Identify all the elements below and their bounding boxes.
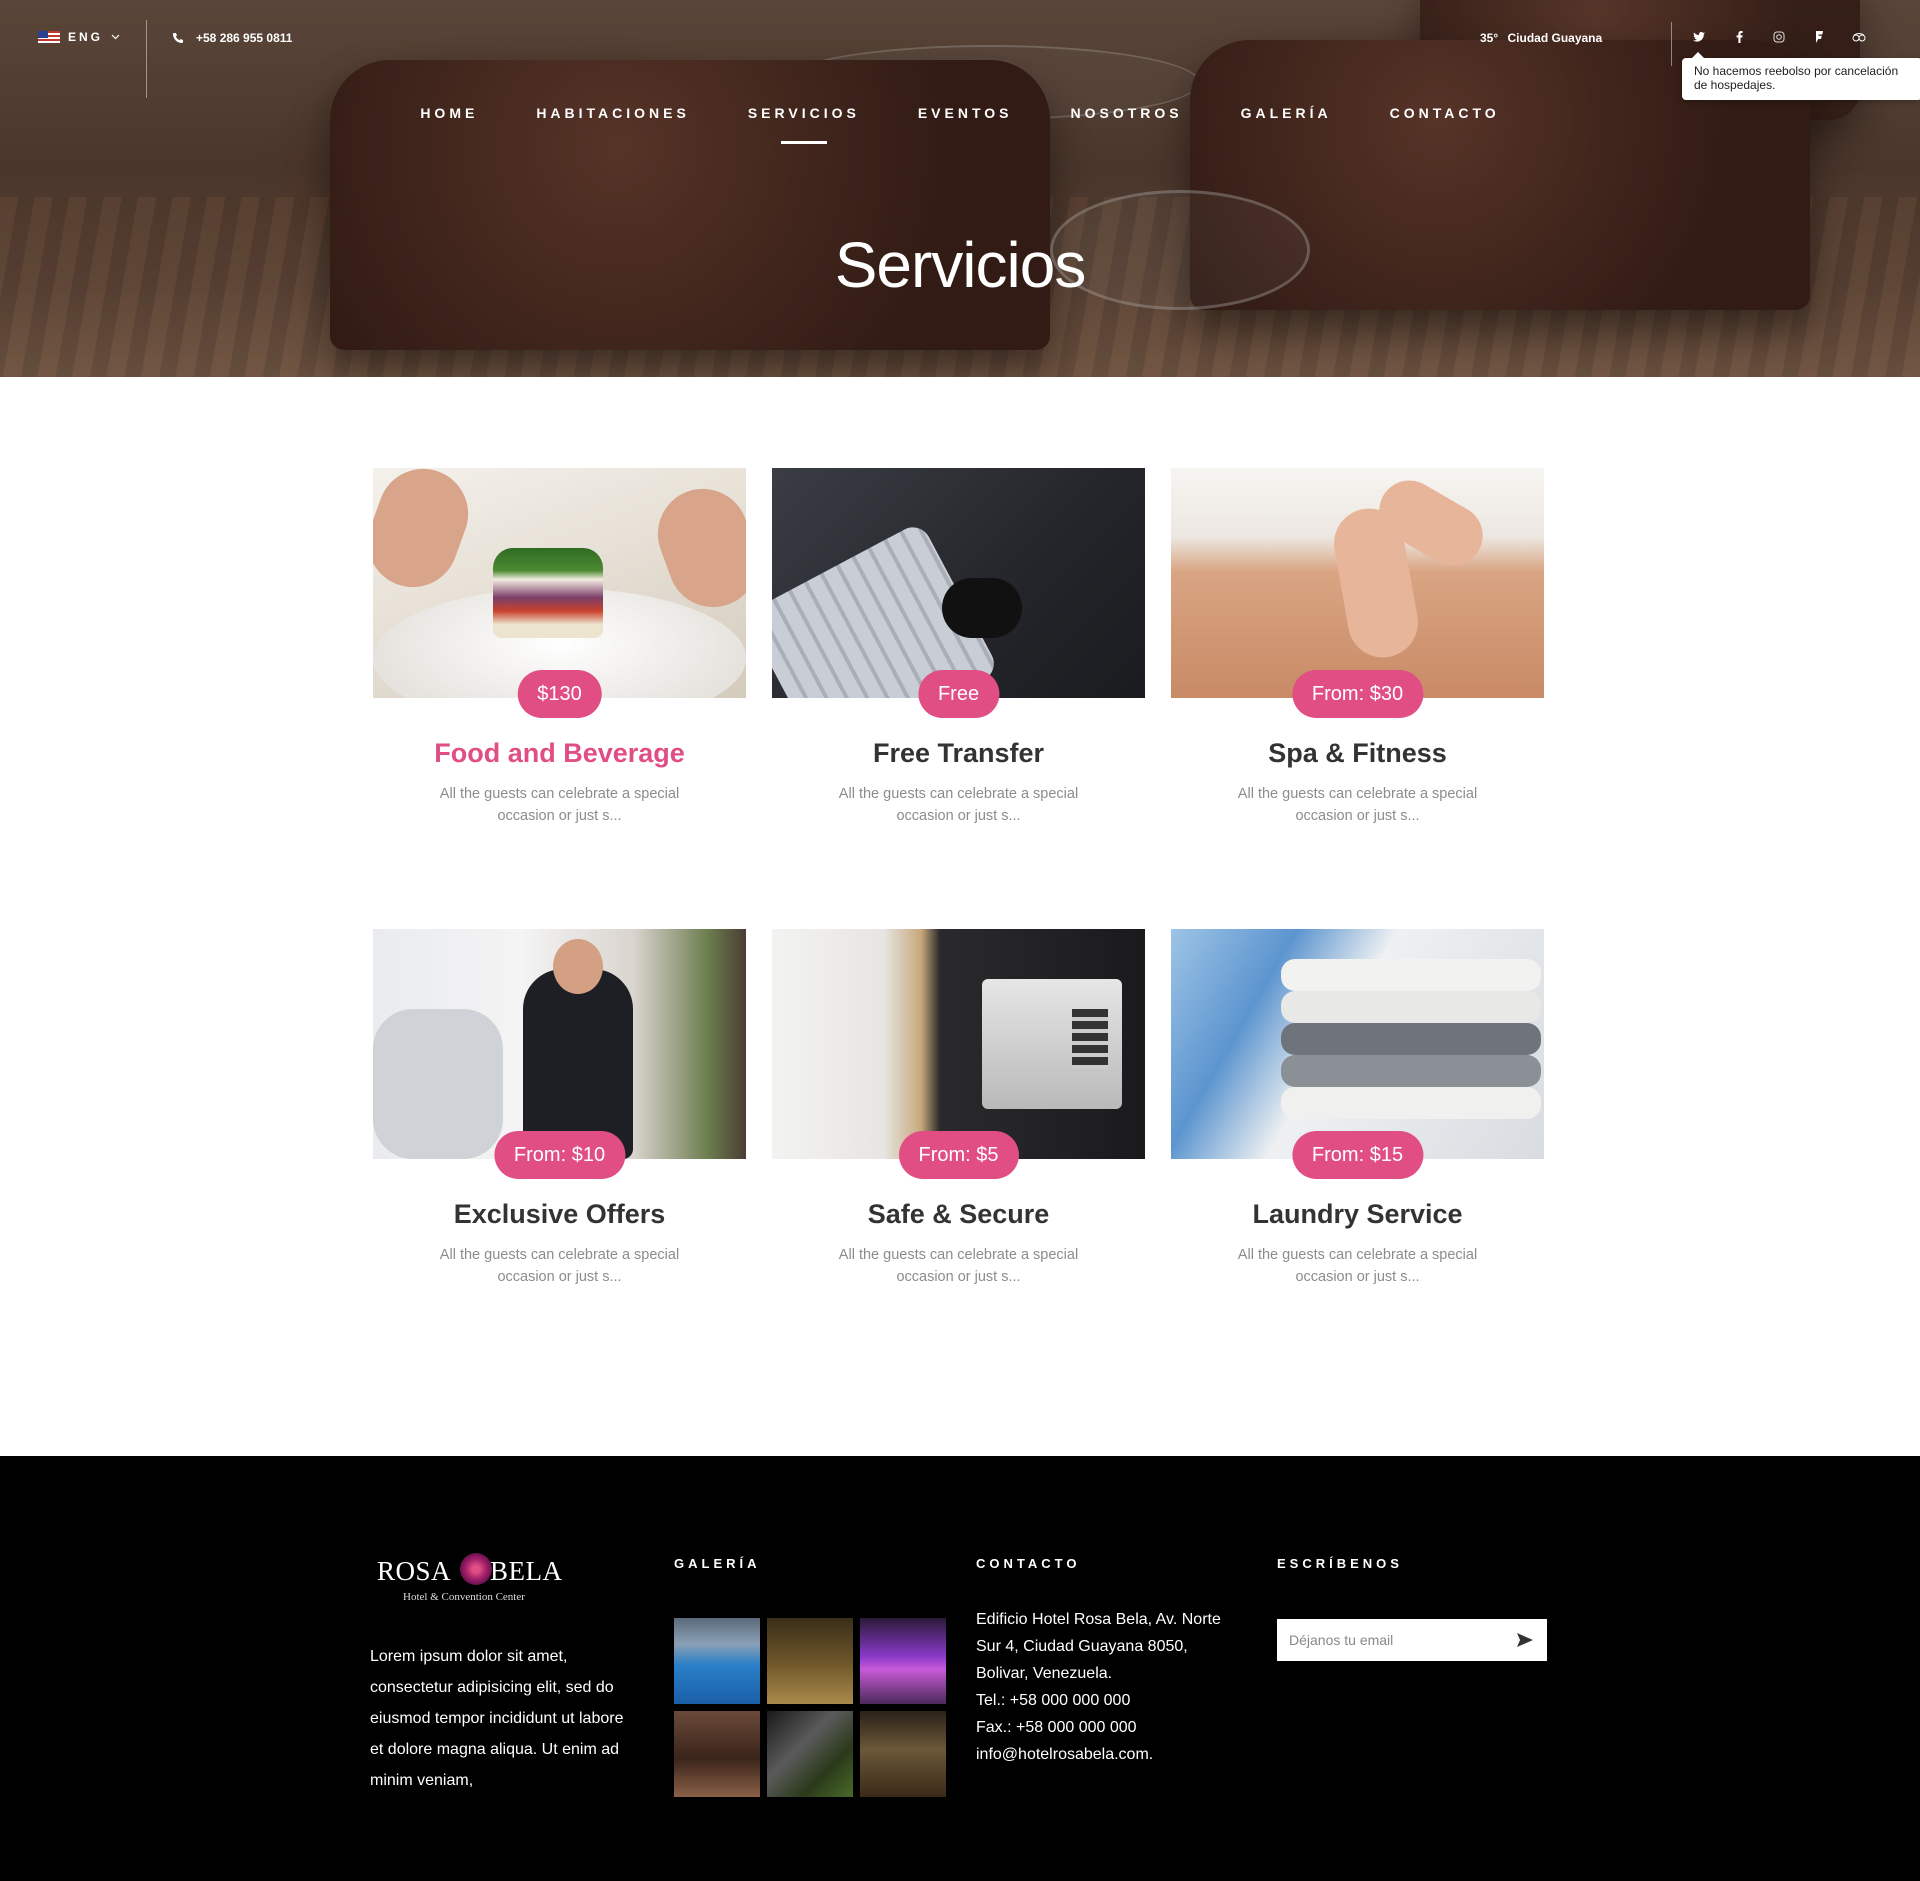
top-bar: ENG +58 286 955 0811 35° Ciudad Guayana	[0, 0, 1920, 100]
footer-contact-info: Edificio Hotel Rosa Bela, Av. Norte Sur …	[976, 1606, 1246, 1768]
service-card-safe-secure[interactable]: From: $5 Safe & Secure All the guests ca…	[772, 929, 1145, 1285]
service-description: All the guests can celebrate a special o…	[439, 1247, 680, 1285]
hero-banner: ENG +58 286 955 0811 35° Ciudad Guayana	[0, 0, 1920, 377]
gallery-thumb-lounge[interactable]	[674, 1711, 760, 1797]
refund-policy-tooltip: No hacemos reebolso por cancelación de h…	[1682, 52, 1920, 100]
foursquare-icon[interactable]	[1810, 28, 1828, 46]
price-badge: From: $30	[1291, 670, 1424, 718]
contact-line: Edificio Hotel Rosa Bela, Av. Norte	[976, 1611, 1221, 1628]
nav-item-habitaciones[interactable]: HABITACIONES	[507, 105, 719, 121]
gallery-thumb-bar[interactable]	[860, 1711, 946, 1797]
weather-widget: 35° Ciudad Guayana	[1480, 31, 1602, 45]
services-grid: $130 Food and Beverage All the guests ca…	[373, 468, 1545, 1285]
contact-phone[interactable]: Tel.: +58 000 000 000	[976, 1687, 1246, 1714]
service-description: All the guests can celebrate a special o…	[1237, 786, 1478, 824]
chevron-down-icon	[111, 34, 120, 40]
gallery-thumb-event[interactable]	[860, 1618, 946, 1704]
laundry-service-image	[1171, 929, 1544, 1159]
exclusive-offers-image	[373, 929, 746, 1159]
logo-word-left: ROSA	[377, 1556, 452, 1586]
footer-gallery	[674, 1618, 946, 1797]
footer-logo[interactable]: ROSA BELA Hotel & Convention Center	[377, 1553, 562, 1610]
service-title[interactable]: Exclusive Offers	[373, 1199, 746, 1230]
us-flag-icon	[38, 31, 60, 43]
service-title[interactable]: Free Transfer	[772, 738, 1145, 769]
logo-subtitle: Hotel & Convention Center	[403, 1591, 525, 1603]
price-badge: From: $15	[1291, 1131, 1424, 1179]
phone-contact[interactable]: +58 286 955 0811	[172, 31, 292, 45]
gallery-thumb-stairs[interactable]	[767, 1711, 853, 1797]
facebook-icon[interactable]	[1730, 28, 1748, 46]
nav-item-servicios[interactable]: SERVICIOS	[719, 105, 889, 121]
gallery-thumb-pool[interactable]	[674, 1618, 760, 1704]
divider	[146, 20, 147, 98]
language-selector[interactable]: ENG	[38, 30, 120, 44]
gallery-thumb-hall[interactable]	[767, 1618, 853, 1704]
service-title[interactable]: Spa & Fitness	[1171, 738, 1544, 769]
contact-line: Bolivar, Venezuela.	[976, 1665, 1113, 1682]
service-title[interactable]: Safe & Secure	[772, 1199, 1145, 1230]
social-links	[1690, 28, 1868, 46]
divider	[1671, 22, 1672, 66]
phone-number: +58 286 955 0811	[196, 31, 293, 45]
send-icon[interactable]	[1515, 1631, 1535, 1649]
newsletter-email-input[interactable]	[1277, 1632, 1497, 1648]
nav-item-galeria[interactable]: GALERÍA	[1212, 105, 1361, 121]
free-transfer-image	[772, 468, 1145, 698]
nav-item-eventos[interactable]: EVENTOS	[889, 105, 1042, 121]
service-description: All the guests can celebrate a special o…	[838, 786, 1079, 824]
service-description: All the guests can celebrate a special o…	[1237, 1247, 1478, 1285]
service-card-food-and-beverage[interactable]: $130 Food and Beverage All the guests ca…	[373, 468, 746, 824]
main-navigation: HOME HABITACIONES SERVICIOS EVENTOS NOSO…	[0, 105, 1920, 121]
service-card-free-transfer[interactable]: Free Free Transfer All the guests can ce…	[772, 468, 1145, 824]
contact-fax: Fax.: +58 000 000 000	[976, 1719, 1137, 1736]
price-badge: Free	[917, 670, 1000, 718]
nav-item-home[interactable]: HOME	[391, 105, 507, 121]
tripadvisor-icon[interactable]	[1850, 28, 1868, 46]
footer-contact-title: CONTACTO	[976, 1556, 1081, 1571]
nav-item-nosotros[interactable]: NOSOTROS	[1042, 105, 1212, 121]
twitter-icon[interactable]	[1690, 28, 1708, 46]
safe-secure-image	[772, 929, 1145, 1159]
site-footer: ROSA BELA Hotel & Convention Center Lore…	[0, 1456, 1920, 1881]
phone-icon	[173, 33, 183, 43]
weather-city: Ciudad Guayana	[1507, 31, 1603, 45]
nav-item-contacto[interactable]: CONTACTO	[1361, 105, 1529, 121]
weather-temperature: 35°	[1480, 31, 1499, 45]
food-and-beverage-image	[373, 468, 746, 698]
price-badge: From: $10	[493, 1131, 626, 1179]
service-description: All the guests can celebrate a special o…	[439, 786, 680, 824]
spa-fitness-image	[1171, 468, 1544, 698]
service-card-spa-fitness[interactable]: From: $30 Spa & Fitness All the guests c…	[1171, 468, 1544, 824]
footer-about-text: Lorem ipsum dolor sit amet, consectetur …	[370, 1648, 624, 1789]
price-badge: From: $5	[898, 1131, 1019, 1179]
page-title: Servicios	[834, 229, 1087, 301]
language-label: ENG	[68, 30, 104, 44]
service-title[interactable]: Laundry Service	[1171, 1199, 1544, 1230]
price-badge: $130	[517, 670, 602, 718]
instagram-icon[interactable]	[1770, 28, 1788, 46]
contact-line: Sur 4, Ciudad Guayana 8050,	[976, 1638, 1188, 1655]
logo-word-right: BELA	[490, 1556, 563, 1586]
service-card-laundry-service[interactable]: From: $15 Laundry Service All the guests…	[1171, 929, 1544, 1285]
service-title[interactable]: Food and Beverage	[373, 738, 746, 769]
footer-newsletter-title: ESCRÍBENOS	[1277, 1556, 1403, 1571]
rose-icon	[460, 1553, 492, 1585]
newsletter-form	[1277, 1619, 1547, 1661]
service-description: All the guests can celebrate a special o…	[838, 1247, 1079, 1285]
contact-email[interactable]: info@hotelrosabela.com.	[976, 1741, 1246, 1768]
footer-gallery-title: GALERÍA	[674, 1556, 761, 1571]
service-card-exclusive-offers[interactable]: From: $10 Exclusive Offers All the guest…	[373, 929, 746, 1285]
